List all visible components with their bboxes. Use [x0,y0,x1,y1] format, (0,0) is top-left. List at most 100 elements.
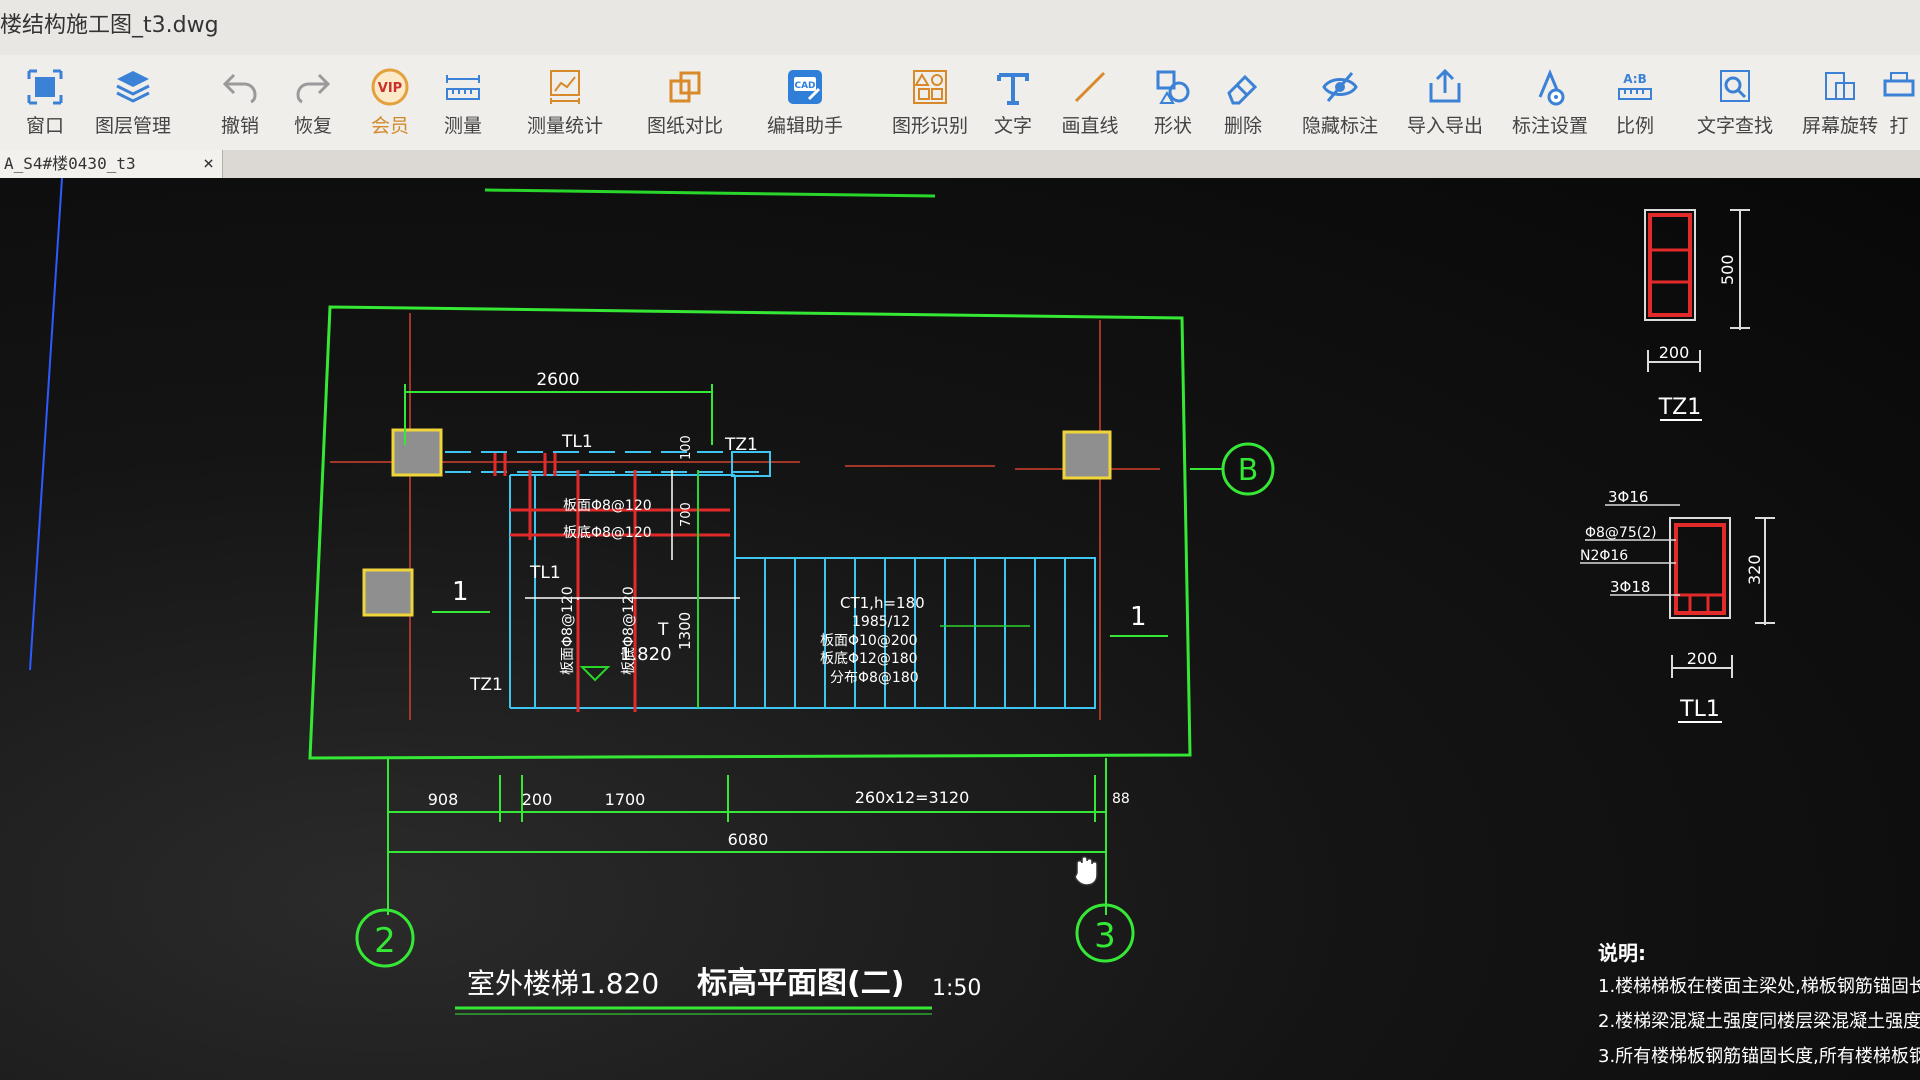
document-tab-bar: A_S4#楼0430_t3 × [0,150,1920,178]
cad-edit-icon: CAD [788,70,822,104]
shape-icon [1156,70,1190,104]
detail-dim: 200 [1659,343,1690,362]
rebar-label: 3Φ18 [1610,578,1650,596]
annotation-settings-icon [1538,69,1565,106]
document-tab[interactable]: A_S4#楼0430_t3 × [0,150,223,178]
toolbar-label: 标注设置 [1511,115,1588,137]
toolbar-label: 文字查找 [1696,115,1773,137]
dim-label: 908 [428,790,459,809]
toolbar-label: 图纸对比 [646,115,723,137]
rebar-label: Φ8@75(2) [1585,525,1657,541]
toolbar-layers-button[interactable]: 图层管理 [88,63,178,143]
dim-label: 260x12=3120 [855,788,970,807]
rebar-label: 板底Φ8@120 [563,525,652,541]
toolbar-print-button[interactable]: 打 [1878,63,1920,143]
toolbar-label: 屏幕旋转 [1801,115,1878,137]
toolbar-label: 测量 [443,115,482,137]
toolbar-draw-line-button[interactable]: 画直线 [1045,63,1135,143]
dim-label: 100 [679,435,694,460]
cad-viewer-window: { "window": { "title": "楼结构施工图_t3.dwg" }… [0,0,1920,1080]
line-icon [1074,71,1106,103]
toolbar-measure-button[interactable]: 测量 [418,63,508,143]
toolbar-label: 图层管理 [94,115,171,137]
toolbar-annotation-settings-button[interactable]: 标注设置 [1500,63,1600,143]
column [362,568,414,617]
toolbar-compare-button[interactable]: 图纸对比 [630,63,740,143]
dim-label: 88 [1112,791,1130,807]
import-export-icon [1429,68,1461,103]
hand-cursor-icon [1074,856,1098,886]
stair-label: 板底Φ12@180 [820,651,918,667]
detail-title: TL1 [1679,697,1720,722]
shape-recognize-icon [913,70,947,104]
detail-dim: 200 [1687,649,1718,668]
grid-label: B [1238,453,1259,488]
elevation-mark: T [657,620,669,640]
toolbar-label: 导入导出 [1406,115,1483,137]
column [391,428,443,477]
stair-label: 分布Φ8@180 [830,670,919,686]
notes-line: 1.楼梯梯板在楼面主梁处,梯板钢筋锚固长度满足要求, [1598,976,1920,997]
print-icon [1883,72,1915,97]
dim-label: 1700 [605,790,646,809]
measure-stats-icon [550,70,580,104]
rebar-label: N2Φ16 [1580,548,1628,564]
toolbar-edit-assistant-button[interactable]: CAD 编辑助手 [750,63,860,143]
column [1062,430,1112,480]
beam-label: TL1 [529,563,561,583]
hide-annotation-icon [1322,72,1358,102]
redo-icon [296,73,331,104]
svg-text:A:B: A:B [1623,72,1646,86]
section-mark: 1 [1130,602,1147,632]
dim-label: 6080 [728,830,769,849]
stair-label: 板面Φ10@200 [820,633,918,649]
toolbar-hide-annotation-button[interactable]: 隐藏标注 [1285,63,1395,143]
notes-line: 2.楼梯梁混凝土强度同楼层梁混凝土强度。 [1598,1011,1920,1032]
notes-line: 3.所有楼梯板钢筋锚固长度,所有楼梯板钢筋均满足。 [1598,1046,1920,1067]
dim-label: 700 [679,502,694,527]
toolbar-label: 隐藏标注 [1301,115,1378,137]
layers-icon [116,71,150,103]
svg-text:CAD: CAD [794,81,815,91]
toolbar-label: 画直线 [1061,115,1119,137]
toolbar-text-search-button[interactable]: 文字查找 [1680,63,1790,143]
undo-icon [222,73,257,104]
rebar-label: 板面Φ8@120 [563,498,652,514]
text-search-icon [1720,70,1750,102]
drawing-canvas[interactable]: 2600 100 700 1300 TL1 TZ1 TL1 TZ1 板面Φ8@1… [0,177,1920,1080]
drawing-title-left: 室外楼梯1.820 [467,967,659,1000]
text-icon [997,73,1029,105]
toolbar-label: 删除 [1223,115,1262,137]
grid-label: 2 [374,921,396,961]
column-label: TZ1 [724,435,758,455]
document-tab-label: A_S4#楼0430_t3 [4,154,136,173]
close-icon[interactable]: × [203,150,214,178]
toolbar-screen-rotate-button[interactable]: 屏幕旋转 [1790,63,1890,143]
toolbar-scale-button[interactable]: A:B 比例 [1590,63,1680,143]
toolbar-measure-stats-button[interactable]: 测量统计 [510,63,620,143]
toolbar-window-button[interactable]: 窗口 [0,63,90,143]
toolbar-label: 测量统计 [526,115,603,137]
eraser-icon [1227,74,1258,105]
toolbar-label: 窗口 [25,115,64,137]
toolbar-label: 打 [1889,115,1909,137]
window-title: 楼结构施工图_t3.dwg [0,13,219,38]
screen-rotate-icon [1825,72,1855,100]
scale-icon: A:B [1618,72,1652,100]
vip-icon: VIP [371,68,409,106]
plan-frame [308,305,1192,760]
ruler-icon [446,75,480,100]
grid-label: 3 [1094,916,1116,956]
notes-heading: 说明: [1598,941,1646,965]
detail-title: TZ1 [1658,395,1702,420]
stair-label: 1985/12 [852,614,910,630]
rebar-label: 3Φ16 [1608,488,1648,506]
toolbar-label: 编辑助手 [766,115,843,137]
cad-drawing: 2600 100 700 1300 TL1 TZ1 TL1 TZ1 板面Φ8@1… [29,177,1920,1067]
toolbar-delete-button[interactable]: 删除 [1198,63,1288,143]
toolbar: 窗口 图层管理 撤销 恢复 VIP 会员 测量 测量统计 图纸对比 CAD 编辑… [0,55,1920,151]
section-mark: 1 [452,577,469,607]
compare-icon [669,71,701,103]
elevation-value: 1.820 [620,644,672,665]
toolbar-import-export-button[interactable]: 导入导出 [1395,63,1495,143]
